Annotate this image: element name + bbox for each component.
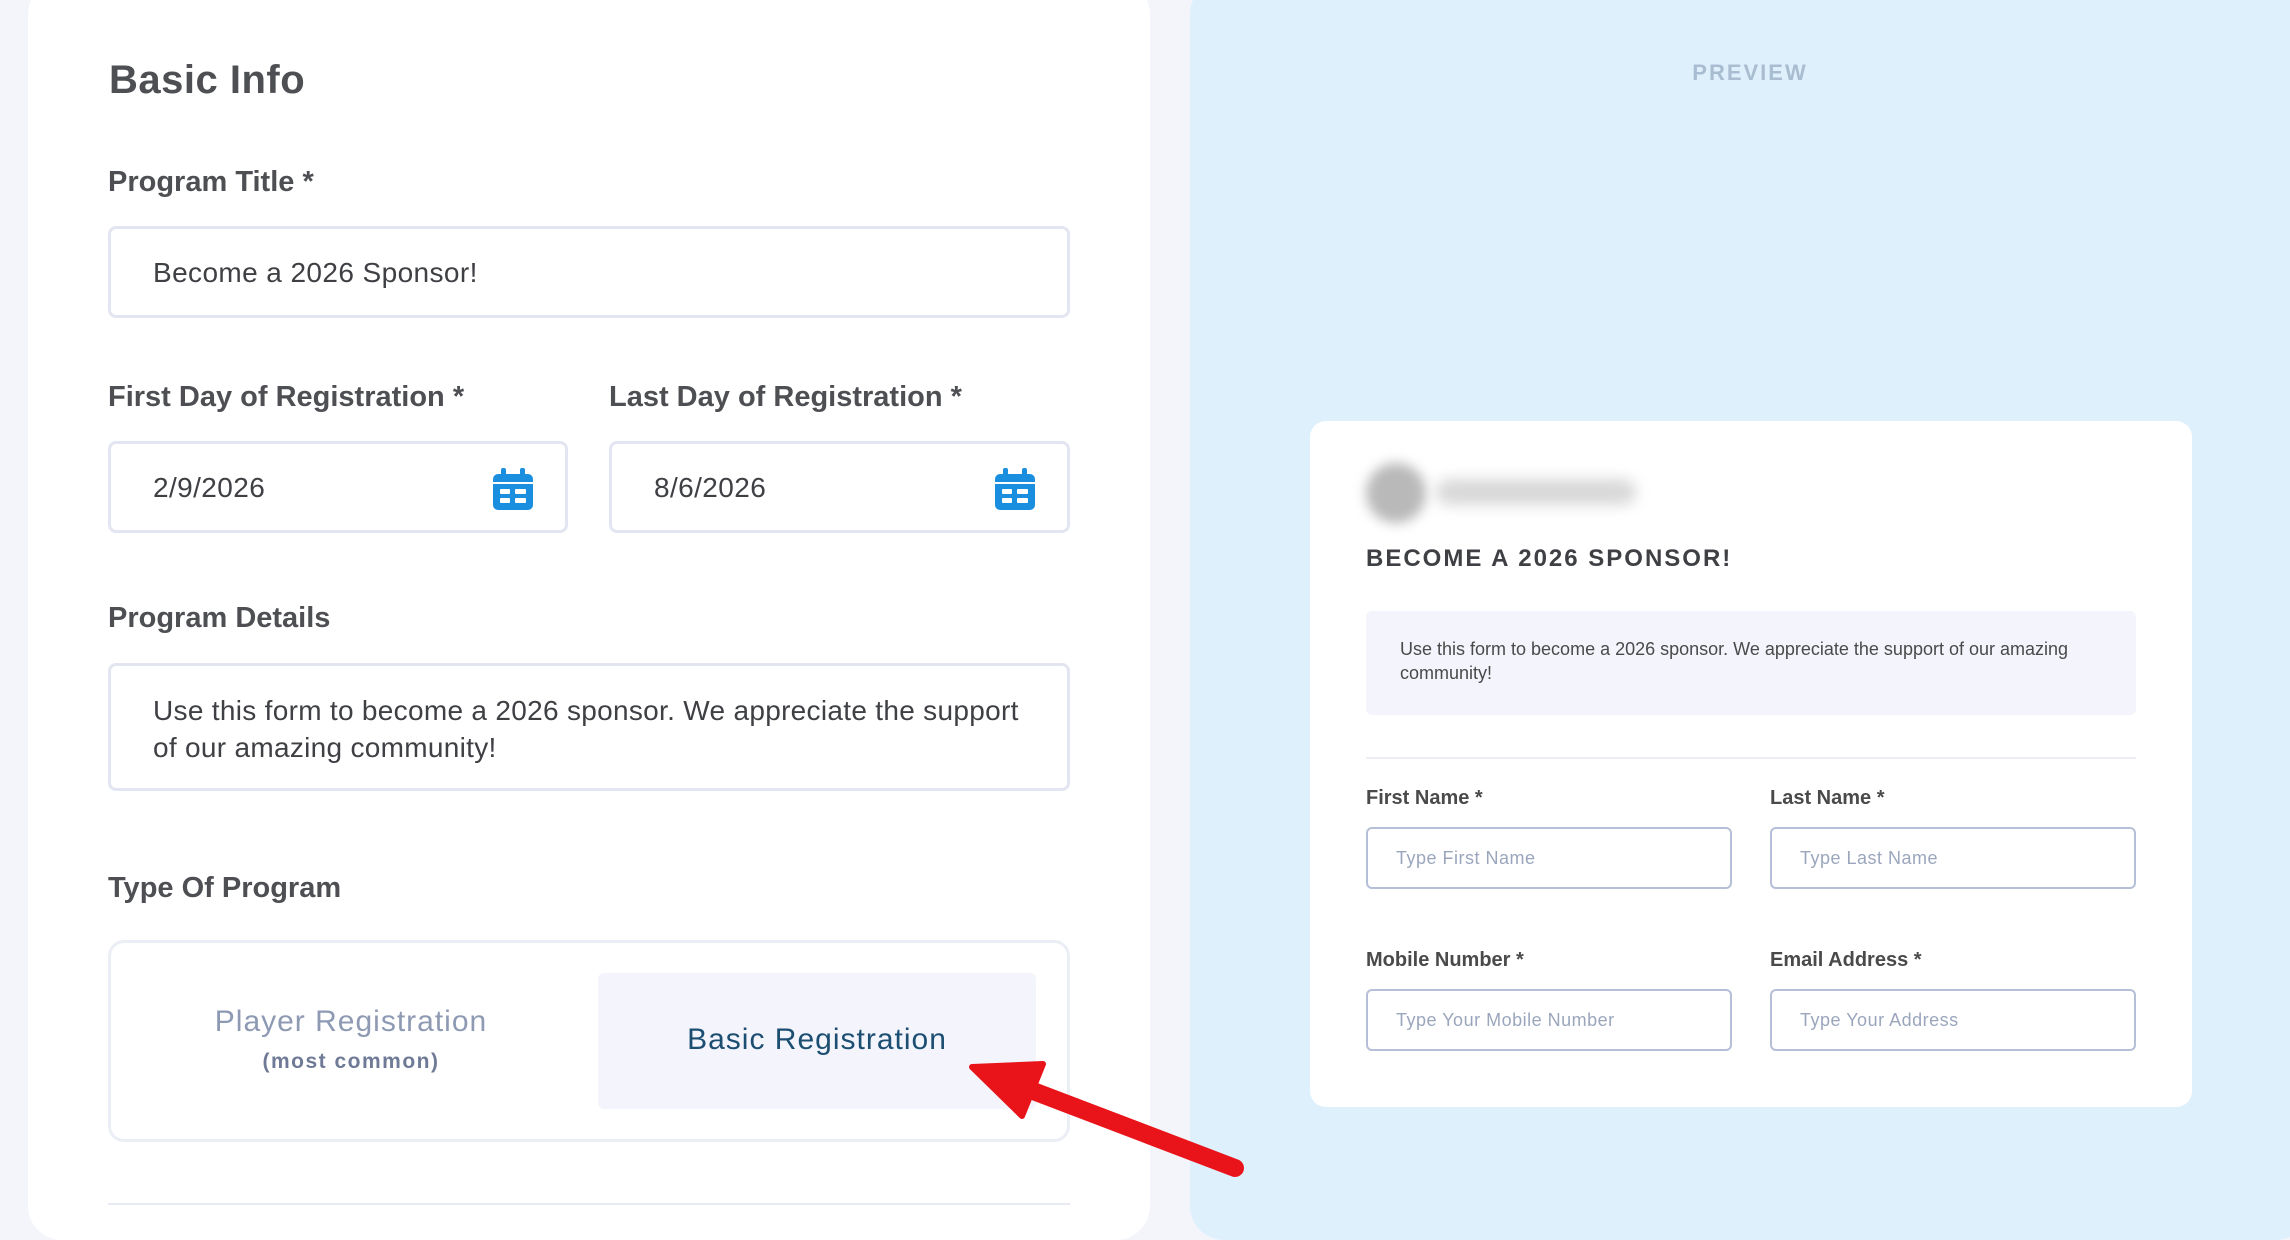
program-title-label: Program Title * — [108, 166, 314, 198]
section-title: Basic Info — [109, 58, 306, 102]
player-registration-label: Player Registration — [214, 1005, 488, 1038]
preview-divider — [1366, 757, 2136, 759]
email-address-label: Email Address * — [1770, 949, 1922, 971]
organization-logo — [1366, 463, 1426, 523]
calendar-icon[interactable] — [993, 468, 1037, 512]
last-name-input[interactable] — [1770, 827, 2136, 889]
program-title-input[interactable]: Become a 2026 Sponsor! — [108, 226, 1070, 318]
mobile-number-label: Mobile Number * — [1366, 949, 1524, 971]
mobile-number-input[interactable] — [1366, 989, 1732, 1051]
first-day-input[interactable]: 2/9/2026 — [108, 441, 568, 533]
red-arrow-icon — [969, 1061, 1244, 1177]
last-day-input[interactable]: 8/6/2026 — [609, 441, 1070, 533]
email-address-input[interactable] — [1770, 989, 2136, 1051]
last-day-label: Last Day of Registration * — [609, 381, 962, 413]
last-day-value: 8/6/2026 — [654, 472, 767, 503]
first-day-label: First Day of Registration * — [108, 381, 465, 413]
preview-description: Use this form to become a 2026 sponsor. … — [1366, 611, 2136, 715]
program-details-textarea[interactable]: Use this form to become a 2026 sponsor. … — [108, 663, 1070, 791]
first-day-value: 2/9/2026 — [153, 472, 266, 503]
program-details-value: Use this form to become a 2026 sponsor. … — [153, 695, 1019, 763]
organization-name-blurred — [1436, 479, 1636, 505]
preview-form-title: BECOME A 2026 SPONSOR! — [1366, 545, 1733, 572]
program-title-value: Become a 2026 Sponsor! — [153, 257, 478, 288]
calendar-icon[interactable] — [491, 468, 535, 512]
type-of-program-label: Type Of Program — [108, 872, 342, 904]
program-details-label: Program Details — [108, 602, 331, 634]
program-type-toggle: Player Registration (most common) Basic … — [108, 940, 1070, 1142]
player-registration-option[interactable]: Player Registration (most common) — [111, 943, 591, 1139]
section-divider — [108, 1203, 1070, 1205]
last-name-label: Last Name * — [1770, 787, 1885, 809]
most-common-note: (most common) — [262, 1050, 440, 1073]
first-name-input[interactable] — [1366, 827, 1732, 889]
first-name-label: First Name * — [1366, 787, 1483, 809]
preview-header: PREVIEW — [1692, 60, 1808, 85]
preview-form-card: BECOME A 2026 SPONSOR! Use this form to … — [1310, 421, 2192, 1107]
